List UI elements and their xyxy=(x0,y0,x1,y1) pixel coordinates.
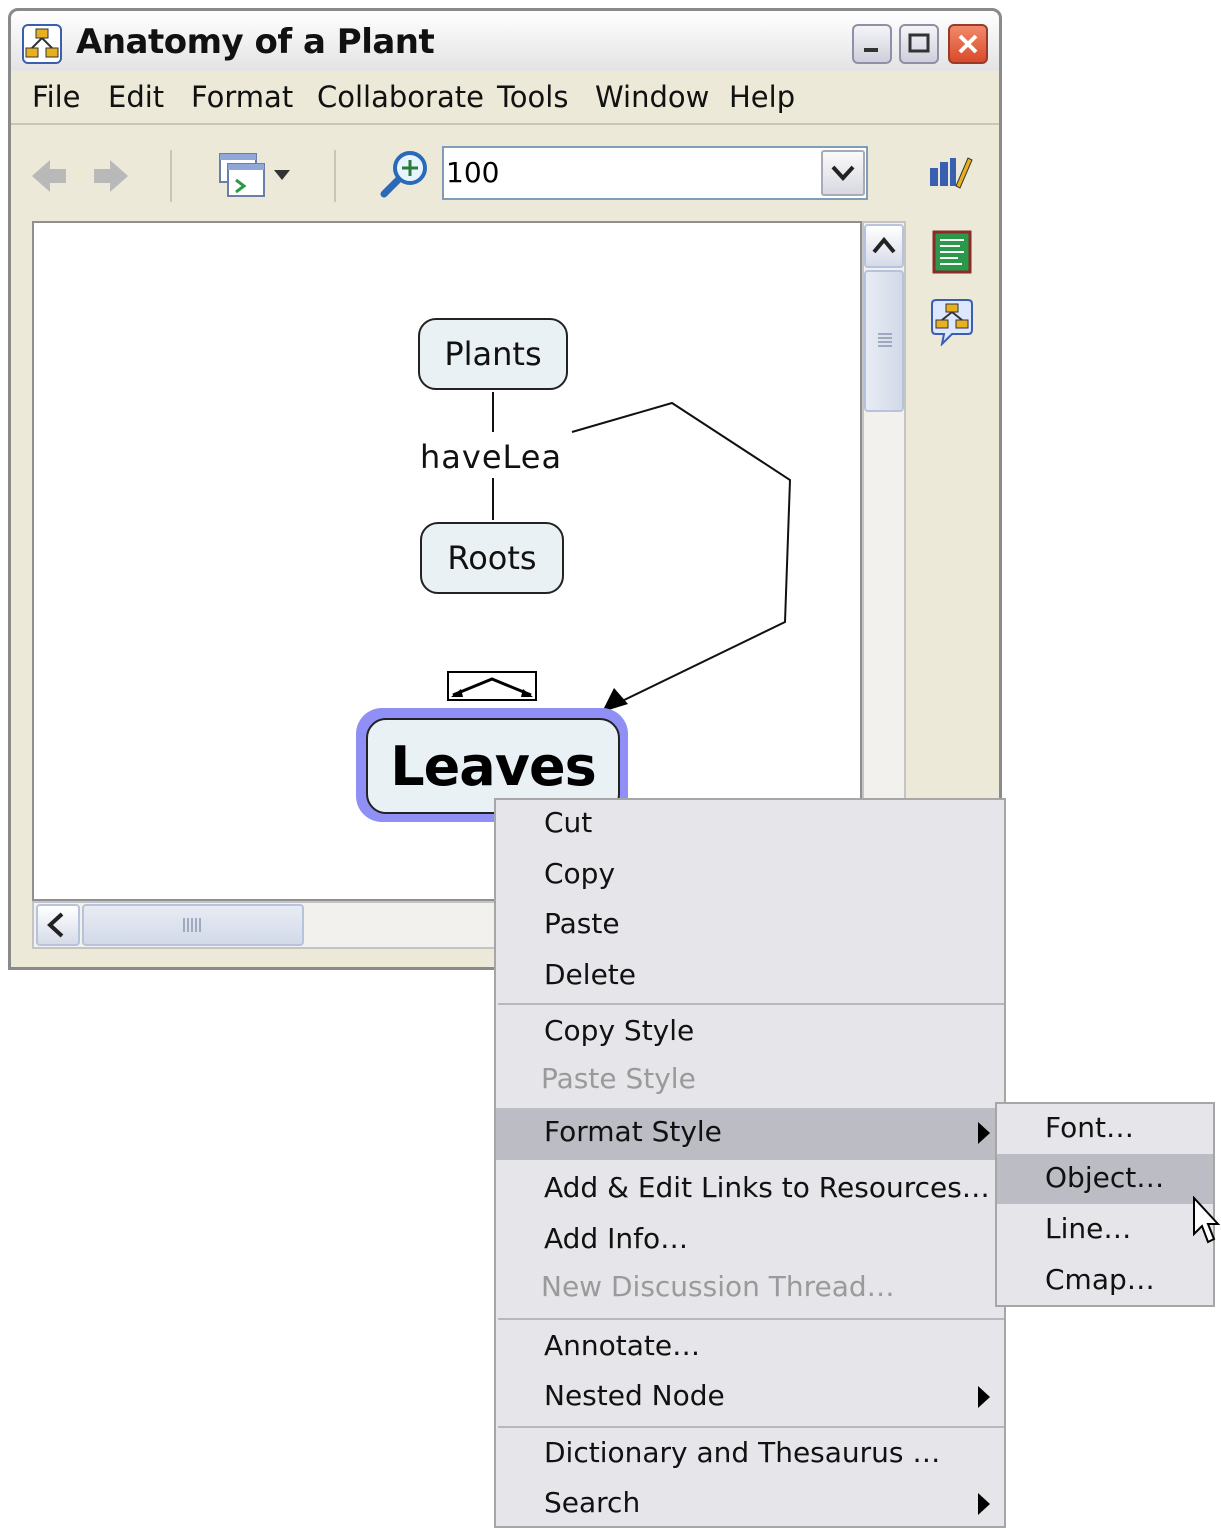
concept-node-plants[interactable]: Plants xyxy=(418,318,568,390)
menu-item-new-discussion: New Discussion Thread… xyxy=(541,1270,895,1303)
mouse-pointer-icon xyxy=(1192,1195,1221,1252)
link-phrase[interactable]: haveLea xyxy=(420,438,562,476)
vertical-scroll-thumb[interactable] xyxy=(864,270,904,412)
submenu-item-line[interactable]: Line… xyxy=(1045,1212,1131,1245)
submenu-arrow-icon xyxy=(978,1386,990,1408)
submenu-item-cmap[interactable]: Cmap… xyxy=(1045,1263,1155,1296)
menu-item-copy[interactable]: Copy xyxy=(544,857,615,890)
scroll-up-button[interactable] xyxy=(864,224,904,268)
submenu-arrow-icon xyxy=(978,1493,990,1515)
menu-item-delete[interactable]: Delete xyxy=(544,958,636,991)
menu-item-dictionary[interactable]: Dictionary and Thesaurus … xyxy=(544,1436,940,1469)
node-resize-handle[interactable] xyxy=(447,671,537,701)
menu-item-add-links[interactable]: Add & Edit Links to Resources… xyxy=(544,1171,990,1204)
scroll-left-button[interactable] xyxy=(36,904,80,946)
menu-item-add-info[interactable]: Add Info… xyxy=(544,1222,688,1255)
menu-item-search[interactable]: Search xyxy=(544,1486,640,1519)
curved-link-to-leaves xyxy=(571,401,792,704)
menu-item-annotate[interactable]: Annotate… xyxy=(544,1329,700,1362)
submenu-item-font[interactable]: Font… xyxy=(1045,1111,1134,1144)
menu-item-format-style[interactable]: Format Style xyxy=(544,1115,722,1148)
menu-separator xyxy=(498,1318,1004,1320)
menu-item-cut[interactable]: Cut xyxy=(544,806,592,839)
menu-item-nested-node[interactable]: Nested Node xyxy=(544,1379,725,1412)
menu-separator xyxy=(498,1426,1004,1428)
submenu-arrow-icon xyxy=(978,1122,990,1144)
menu-item-paste-style: Paste Style xyxy=(541,1062,696,1095)
submenu-item-object[interactable]: Object… xyxy=(1045,1161,1164,1194)
horizontal-scroll-thumb[interactable] xyxy=(82,904,304,946)
menu-item-paste[interactable]: Paste xyxy=(544,907,620,940)
concept-node-roots[interactable]: Roots xyxy=(420,522,564,594)
menu-item-copy-style[interactable]: Copy Style xyxy=(544,1014,694,1047)
menu-separator xyxy=(498,1003,1004,1005)
